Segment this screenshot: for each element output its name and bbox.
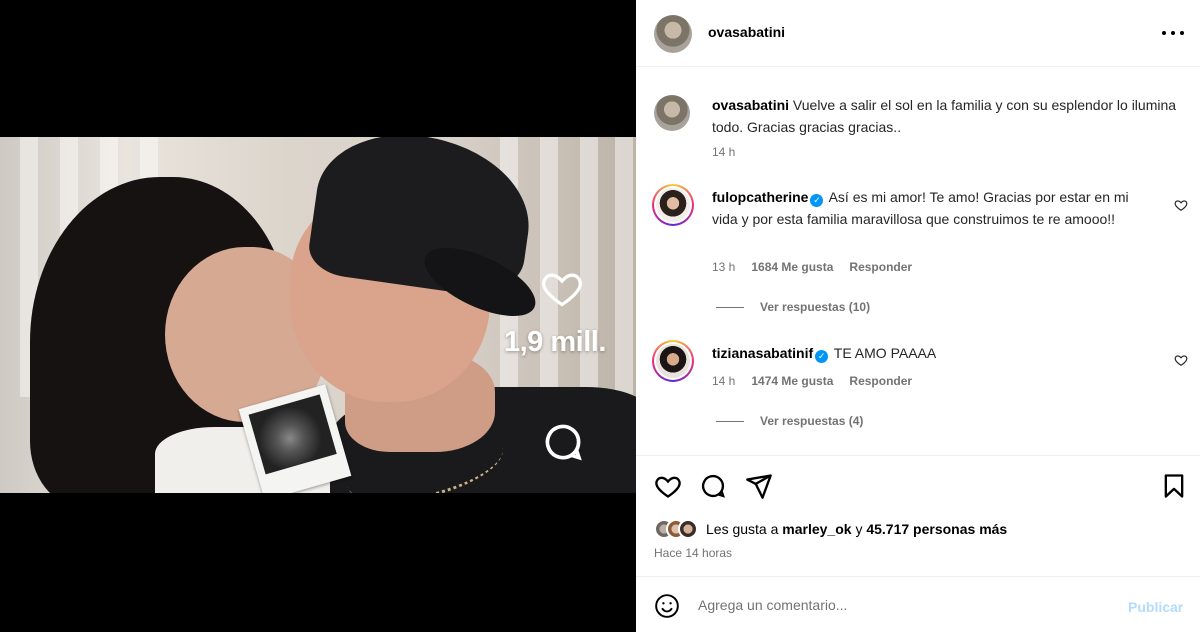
likes-prefix: Les gusta a: [706, 521, 779, 537]
media-heart-icon[interactable]: [539, 266, 585, 310]
view-replies-button[interactable]: Ver respuestas (4): [716, 414, 863, 428]
comment-time[interactable]: 13 h: [712, 260, 735, 274]
story-ring[interactable]: [652, 184, 694, 226]
comment-username[interactable]: tizianasabatinif: [712, 345, 813, 361]
caption-avatar[interactable]: [654, 95, 690, 131]
save-bookmark-icon[interactable]: [1160, 472, 1188, 500]
comment-text: TE AMO PAAAA: [833, 345, 937, 361]
view-replies-label[interactable]: Ver respuestas (10): [760, 300, 870, 314]
action-bar: Les gusta a marley_ok y 45.717 personas …: [636, 455, 1200, 575]
emoji-icon[interactable]: [654, 593, 680, 619]
comment-likes[interactable]: 1684 Me gusta: [751, 260, 833, 274]
post-panel: ovasabatini ovasabatini Vuelve a salir e…: [636, 0, 1200, 632]
comment-meta: 13 h 1684 Me gusta Responder: [712, 260, 912, 274]
comment-composer: Publicar: [636, 576, 1200, 632]
comment-time[interactable]: 14 h: [712, 374, 735, 388]
post-time-ago[interactable]: Hace 14 horas: [654, 546, 732, 560]
media-likes-count: 1,9 mill.: [504, 326, 606, 358]
comment-like-heart-icon[interactable]: [1174, 198, 1188, 212]
verified-badge-icon: ✓: [810, 194, 824, 207]
replies-divider: [716, 420, 744, 422]
liker-avatar: [678, 519, 698, 539]
publish-button[interactable]: Publicar: [1128, 599, 1183, 615]
author-avatar[interactable]: [654, 15, 692, 53]
comment-item: tizianasabatinif ✓ TE AMO PAAAA: [712, 342, 1157, 364]
like-heart-icon[interactable]: [654, 472, 682, 500]
comment-username[interactable]: fulopcatherine: [712, 189, 808, 205]
share-send-icon[interactable]: [745, 472, 773, 500]
comment-avatar[interactable]: [656, 344, 690, 378]
replies-divider: [716, 306, 744, 308]
reply-button[interactable]: Responder: [849, 374, 912, 388]
comment-item: fulopcatherine ✓ Así es mi amor! Te amo! …: [712, 186, 1157, 230]
comment-like-heart-icon[interactable]: [1174, 353, 1188, 367]
likes-others-count[interactable]: 45.717 personas más: [866, 521, 1007, 537]
likes-and: y: [855, 521, 863, 537]
media-comment-icon[interactable]: [541, 420, 585, 464]
caption-username[interactable]: ovasabatini: [712, 97, 789, 113]
comment-bubble-icon[interactable]: [699, 472, 727, 500]
post-header: ovasabatini: [636, 0, 1200, 67]
verified-badge-icon: ✓: [815, 350, 829, 363]
window-blind: [615, 137, 633, 397]
caption-time[interactable]: 14 h: [712, 145, 735, 159]
likes-text: Les gusta a marley_ok y 45.717 personas …: [706, 521, 1007, 537]
comment-input[interactable]: [698, 592, 1098, 618]
author-username[interactable]: ovasabatini: [708, 24, 785, 40]
story-ring[interactable]: [652, 340, 694, 382]
view-replies-label[interactable]: Ver respuestas (4): [760, 414, 863, 428]
comment-meta: 14 h 1474 Me gusta Responder: [712, 374, 912, 388]
comment-avatar[interactable]: [656, 188, 690, 222]
caption: ovasabatini Vuelve a salir el sol en la …: [712, 94, 1182, 138]
more-options-icon[interactable]: [1162, 24, 1184, 42]
liker-username[interactable]: marley_ok: [782, 521, 851, 537]
post-media[interactable]: 1,9 mill.: [0, 0, 636, 632]
comment-likes[interactable]: 1474 Me gusta: [751, 374, 833, 388]
caption-meta: 14 h: [712, 145, 735, 159]
likes-summary: Les gusta a marley_ok y 45.717 personas …: [654, 519, 1007, 539]
reply-button[interactable]: Responder: [849, 260, 912, 274]
view-replies-button[interactable]: Ver respuestas (10): [716, 300, 870, 314]
